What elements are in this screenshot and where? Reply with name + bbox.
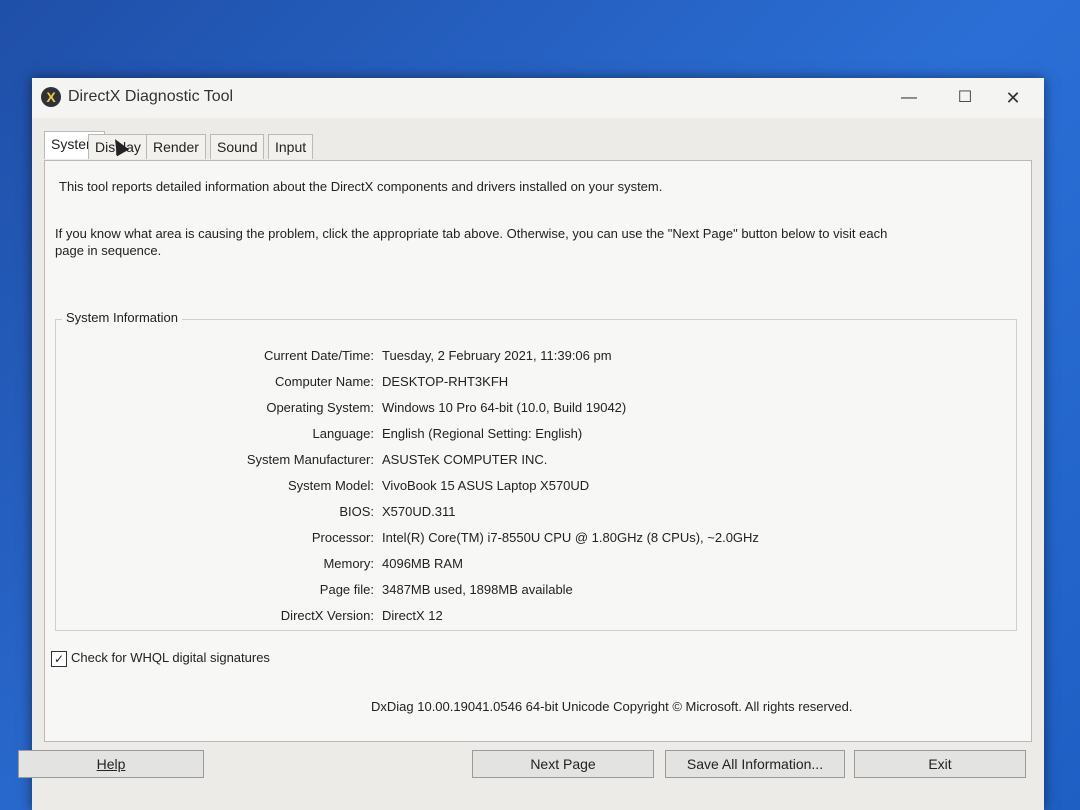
info-row-language: Language: English (Regional Setting: Eng… bbox=[56, 426, 956, 446]
info-value: DESKTOP-RHT3KFH bbox=[382, 374, 509, 389]
info-value: Tuesday, 2 February 2021, 11:39:06 pm bbox=[382, 348, 612, 363]
info-value: X570UD.311 bbox=[382, 504, 456, 519]
tab-content-panel: This tool reports detailed information a… bbox=[44, 160, 1032, 742]
instructions-text: If you know what area is causing the pro… bbox=[55, 226, 888, 258]
version-copyright-text: DxDiag 10.00.19041.0546 64-bit Unicode C… bbox=[371, 699, 853, 714]
exit-button[interactable]: Exit bbox=[854, 750, 1026, 778]
info-label: Memory: bbox=[323, 556, 374, 571]
tab-sound[interactable]: Sound bbox=[210, 134, 265, 159]
info-label: Page file: bbox=[319, 582, 374, 597]
info-value: ASUSTeK COMPUTER INC. bbox=[382, 452, 548, 467]
title-bar[interactable]: X DirectX Diagnostic Tool — ☐ ✕ bbox=[32, 78, 1044, 118]
dxdiag-window: X DirectX Diagnostic Tool — ☐ ✕ System D… bbox=[18, 78, 1044, 810]
info-label: Operating System: bbox=[266, 400, 374, 415]
info-row-page-file: Page file: 3487MB used, 1898MB available bbox=[56, 582, 956, 602]
info-label: Processor: bbox=[311, 530, 374, 545]
close-button[interactable]: ✕ bbox=[990, 82, 1036, 114]
info-row-datetime: Current Date/Time: Tuesday, 2 February 2… bbox=[56, 348, 956, 368]
group-label: System Information bbox=[62, 310, 182, 325]
maximize-button[interactable]: ☐ bbox=[942, 82, 988, 114]
info-label: DirectX Version: bbox=[280, 608, 374, 623]
info-row-model: System Model: VivoBook 15 ASUS Laptop X5… bbox=[56, 478, 956, 498]
info-label: BIOS: bbox=[339, 504, 374, 519]
help-button[interactable]: Help bbox=[18, 750, 204, 778]
directx-icon: X bbox=[41, 87, 61, 107]
info-row-memory: Memory: 4096MB RAM bbox=[56, 556, 956, 576]
whql-label[interactable]: Check for WHQL digital signatures bbox=[71, 650, 270, 665]
whql-checkbox[interactable]: ✓ bbox=[51, 651, 67, 667]
minimize-button[interactable]: — bbox=[886, 82, 932, 114]
info-value: Windows 10 Pro 64-bit (10.0, Build 19042… bbox=[382, 400, 627, 415]
window-title: DirectX Diagnostic Tool bbox=[68, 88, 234, 105]
info-value: 4096MB RAM bbox=[382, 556, 463, 571]
info-row-directx-version: DirectX Version: DirectX 12 bbox=[56, 608, 956, 628]
info-value: Intel(R) Core(TM) i7-8550U CPU @ 1.80GHz… bbox=[382, 530, 759, 545]
system-information-group: System Information Current Date/Time: Tu… bbox=[55, 310, 1017, 631]
info-row-computer-name: Computer Name: DESKTOP-RHT3KFH bbox=[56, 374, 956, 394]
info-value: English (Regional Setting: English) bbox=[382, 426, 583, 441]
info-label: System Manufacturer: bbox=[246, 452, 374, 467]
info-label: Computer Name: bbox=[275, 374, 374, 389]
info-value: VivoBook 15 ASUS Laptop X570UD bbox=[382, 478, 590, 493]
save-all-information-button[interactable]: Save All Information... bbox=[665, 750, 845, 778]
intro-text: This tool reports detailed information a… bbox=[59, 179, 663, 194]
info-value: DirectX 12 bbox=[382, 608, 443, 623]
tab-input[interactable]: Input bbox=[268, 134, 314, 159]
info-row-manufacturer: System Manufacturer: ASUSTeK COMPUTER IN… bbox=[56, 452, 956, 472]
info-row-processor: Processor: Intel(R) Core(TM) i7-8550U CP… bbox=[56, 530, 956, 550]
tab-render[interactable]: Render bbox=[146, 134, 206, 159]
info-label: Language: bbox=[312, 426, 374, 441]
info-row-bios: BIOS: X570UD.311 bbox=[56, 504, 956, 524]
info-label: Current Date/Time: bbox=[263, 348, 374, 363]
info-label: System Model: bbox=[288, 478, 374, 493]
info-value: 3487MB used, 1898MB available bbox=[382, 582, 573, 597]
next-page-button[interactable]: Next Page bbox=[472, 750, 654, 778]
info-row-os: Operating System: Windows 10 Pro 64-bit … bbox=[56, 400, 956, 420]
